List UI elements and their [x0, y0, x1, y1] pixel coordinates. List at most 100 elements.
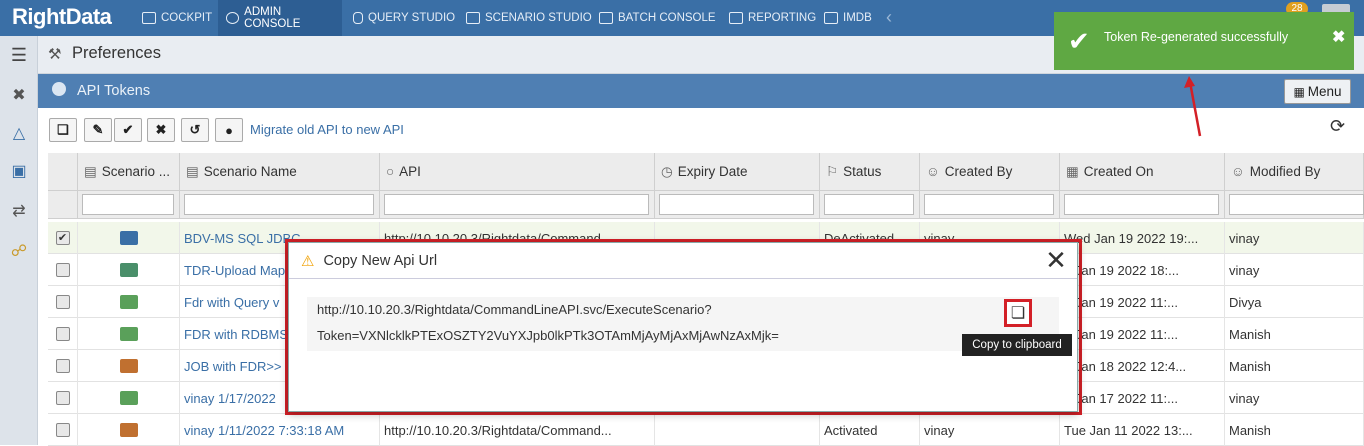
success-toast: ✔ Token Re-generated successfully ✖ [1054, 12, 1354, 70]
scenario-type-icon [119, 263, 138, 277]
nav-label: COCKPIT [161, 12, 213, 24]
chevron-left-icon[interactable]: ‹ [886, 7, 892, 28]
close-icon: ✖ [155, 122, 167, 137]
row-checkbox-cell [48, 414, 78, 446]
cell-api: http://10.10.20.3/Rightdata/Command... [380, 414, 655, 446]
row-checkbox[interactable] [55, 391, 70, 405]
migrate-link[interactable]: Migrate old API to new API [250, 122, 404, 137]
clock-icon: ◷ [661, 163, 673, 179]
copy-to-clipboard-button[interactable]: ❏ [1004, 299, 1032, 327]
sitemap-icon[interactable]: △ [0, 114, 38, 152]
nav-batch-console[interactable]: BATCH CONSOLE [591, 0, 724, 36]
cell-created-on: Tue Jan 11 2022 13:... [1060, 414, 1225, 446]
scenario-type-icon [119, 327, 138, 341]
table-row[interactable]: vinay 1/11/2022 7:33:18 AM http://10.10.2… [48, 414, 1364, 446]
filter-input-status[interactable] [824, 194, 914, 215]
nav-label: REPORTING [748, 12, 817, 24]
column-header-expiry-date[interactable]: ◷ Expiry Date [655, 153, 820, 191]
tools-icon[interactable]: ✖ [0, 76, 38, 114]
copy-button[interactable]: ❏ [49, 118, 77, 142]
page-title: Preferences [72, 44, 161, 62]
sitemap-icon [466, 12, 480, 24]
activate-button[interactable]: ✔ [114, 118, 142, 142]
filter-input-created-on[interactable] [1064, 194, 1219, 215]
cell-modified-by: Manish [1225, 350, 1364, 382]
unlock-icon[interactable]: ☍ [0, 232, 38, 270]
row-checkbox[interactable] [55, 327, 70, 341]
scenario-type-icon [119, 359, 138, 373]
cell-created-on: d Jan 19 2022 11:... [1060, 286, 1225, 318]
cell-name[interactable]: vinay 1/11/2022 7:33:18 AM [180, 414, 380, 446]
migrate-button[interactable]: ● [215, 118, 243, 142]
column-header-scenario-type[interactable]: ▤ Scenario ... [78, 153, 180, 191]
filter-input-api[interactable] [384, 194, 649, 215]
scenario-type-cell [78, 286, 180, 318]
row-checkbox[interactable] [55, 263, 70, 277]
nav-cockpit[interactable]: COCKPIT [134, 0, 220, 36]
cell-created-by: vinay [920, 414, 1060, 446]
nav-scenario-studio[interactable]: SCENARIO STUDIO [458, 0, 600, 36]
filter-cell [380, 191, 655, 219]
scenario-type-cell [78, 350, 180, 382]
refresh-icon[interactable]: ⟳ [1330, 116, 1345, 137]
scenario-type-icon [119, 231, 138, 245]
filter-cell [655, 191, 820, 219]
column-header-api[interactable]: ○ API [380, 153, 655, 191]
row-checkbox[interactable] [55, 423, 70, 437]
report-icon [729, 12, 743, 24]
column-header-modified-by[interactable]: ☺ Modified By [1225, 153, 1364, 191]
user-icon: ☺ [1231, 164, 1245, 179]
column-header-status[interactable]: ⚐ Status [820, 153, 920, 191]
edit-button[interactable]: ✎ [84, 118, 112, 142]
shuffle-icon[interactable]: ⇄ [0, 192, 38, 230]
nav-admin-console[interactable]: ADMIN CONSOLE [218, 0, 342, 36]
database-icon[interactable]: ▣ [0, 152, 38, 190]
cell-status: Activated [820, 414, 920, 446]
column-label: Created On [1083, 164, 1154, 179]
api-url-line-2[interactable]: Token=VXNlcklkPTExOSZTY2VuYXJpb0lkPTk3OT… [317, 328, 779, 343]
regenerate-button[interactable]: ↺ [181, 118, 209, 142]
close-icon[interactable]: ✕ [1045, 247, 1067, 273]
filter-cell [920, 191, 1060, 219]
copy-icon: ❏ [1010, 305, 1026, 322]
column-header-scenario-name[interactable]: ▤ Scenario Name [180, 153, 380, 191]
filter-input-scenario-name[interactable] [184, 194, 374, 215]
row-checkbox-cell [48, 318, 78, 350]
user-icon: ☺ [926, 164, 940, 179]
column-header-created-by[interactable]: ☺ Created By [920, 153, 1060, 191]
cell-modified-by: Manish [1225, 414, 1364, 446]
filter-input-created-by[interactable] [924, 194, 1054, 215]
row-checkbox-cell: ✔ [48, 222, 78, 254]
nav-label: ADMIN CONSOLE [244, 6, 301, 30]
gear-icon [226, 12, 240, 24]
toast-close-icon[interactable]: ✖ [1332, 27, 1345, 47]
cell-created-on: d Jan 19 2022 11:... [1060, 318, 1225, 350]
menu-label: Menu [1307, 84, 1342, 99]
row-checkbox[interactable] [55, 359, 70, 373]
tools-icon: ⚒ [48, 46, 62, 63]
column-label: Scenario Name [203, 164, 297, 179]
hamburger-menu-icon[interactable]: ☰ [0, 36, 38, 74]
nav-query-studio[interactable]: QUERY STUDIO [345, 0, 463, 36]
nav-label: BATCH CONSOLE [618, 12, 716, 24]
filter-input-expiry-date[interactable] [659, 194, 814, 215]
nav-imdb[interactable]: IMDB [816, 0, 880, 36]
database-icon [353, 12, 363, 24]
filter-input-modified-by[interactable] [1229, 194, 1364, 215]
row-checkbox[interactable]: ✔ [55, 231, 70, 245]
api-url-line-1[interactable]: http://10.10.20.3/Rightdata/CommandLineA… [317, 302, 712, 317]
menu-button[interactable]: ▦ Menu [1284, 79, 1351, 104]
scenario-type-icon [119, 295, 138, 309]
cell-expiry [655, 414, 820, 446]
row-checkbox-cell [48, 382, 78, 414]
section-title: API Tokens [77, 83, 151, 99]
sitemap-icon: ▤ [84, 163, 97, 179]
deactivate-button[interactable]: ✖ [147, 118, 175, 142]
dialog-title: Copy New Api Url [323, 252, 438, 269]
filter-input-scenario-type[interactable] [82, 194, 174, 215]
row-checkbox[interactable] [55, 295, 70, 309]
nav-reporting[interactable]: REPORTING [721, 0, 824, 36]
app-logo[interactable]: RightData [12, 4, 112, 30]
check-icon: ✔ [122, 122, 134, 137]
column-header-created-on[interactable]: ▦ Created On [1060, 153, 1225, 191]
